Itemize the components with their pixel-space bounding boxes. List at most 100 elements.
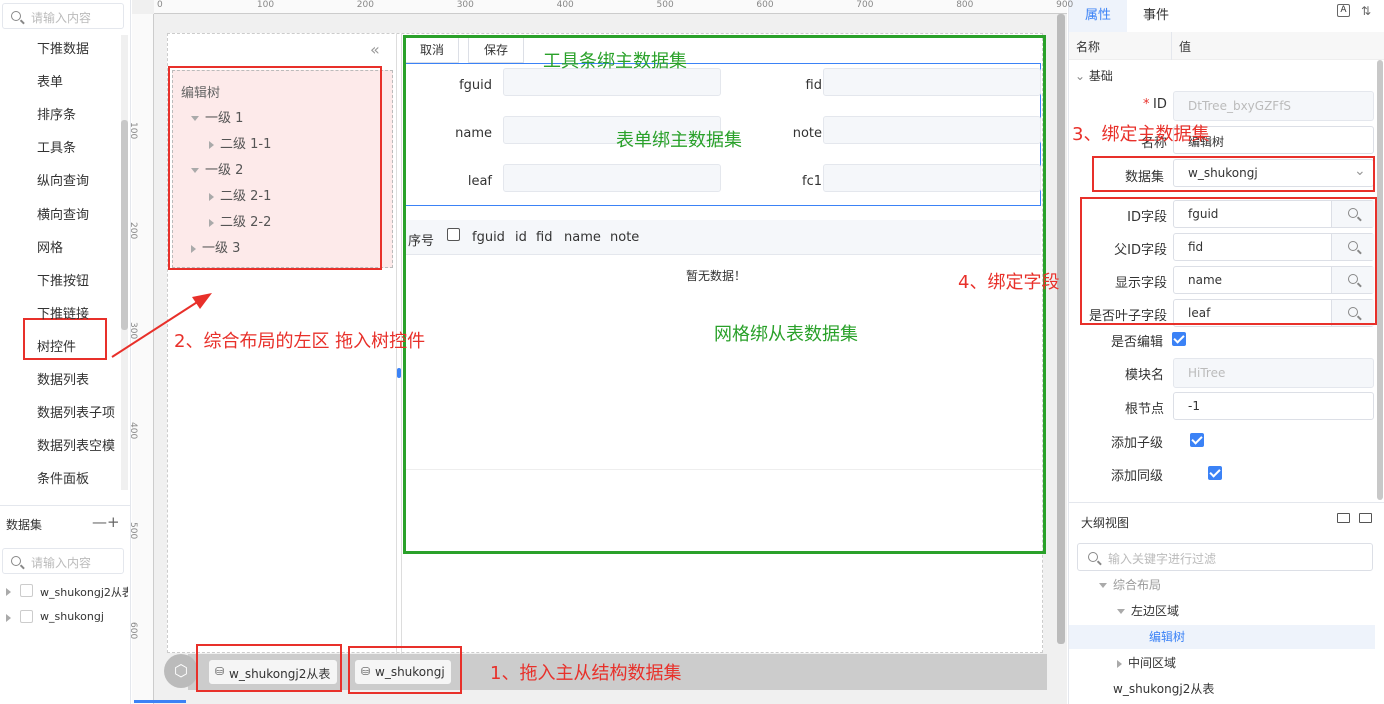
dataset-header: 数据集 —+: [0, 505, 131, 541]
component-item[interactable]: 树控件: [37, 336, 76, 355]
annotation-step3: 3、绑定主数据集: [1072, 124, 1210, 145]
component-search-placeholder: 请输入内容: [31, 11, 92, 25]
ruler-tick-label: 700: [856, 0, 874, 10]
annotation-dataset-box: [1092, 156, 1375, 192]
layout-divider-handle[interactable]: [397, 368, 401, 378]
ruler-tick-label: 200: [128, 222, 138, 240]
search-icon: [11, 556, 21, 566]
outline-item-label: 综合布局: [1113, 578, 1162, 592]
ruler-tick-label: 500: [656, 0, 674, 10]
outline-title: 大纲视图: [1081, 516, 1130, 530]
caret-right-icon[interactable]: [1117, 659, 1122, 668]
chevron-down-icon: ⌄: [1075, 69, 1086, 83]
canvas-bottom-indicator: [134, 700, 186, 703]
caret-right-icon[interactable]: [6, 588, 11, 596]
tab-properties[interactable]: 属性: [1069, 0, 1127, 32]
ruler-tick-label: 800: [956, 0, 974, 10]
id-required-mark: *: [1143, 97, 1150, 112]
prop-root-label: 根节点: [1125, 402, 1165, 417]
annotation-chip-master-box: [348, 646, 462, 694]
props-col-value: 值: [1179, 40, 1192, 54]
ruler-tick-label: 400: [556, 0, 574, 10]
prop-id-label: ID: [1153, 97, 1167, 112]
dataset-add-remove-icon[interactable]: —+: [92, 513, 120, 531]
ruler-tick-label: 0: [157, 0, 163, 10]
component-item[interactable]: 下推数据: [37, 38, 89, 57]
component-item[interactable]: 纵向查询: [37, 170, 89, 189]
property-panel: 属性 事件 A ⇅ 名称 值 ⌄ 基础 * ID DtTree_bxyGZFfS…: [1068, 0, 1384, 704]
caret-down-icon[interactable]: [1099, 583, 1107, 588]
dataset-checkbox[interactable]: [20, 584, 33, 597]
annotation-arrow: [111, 293, 212, 358]
outline-item[interactable]: 左边区域: [1117, 602, 1179, 619]
ruler-top: [154, 0, 1067, 14]
ruler-tick-label: 100: [128, 122, 138, 140]
outline-selected-row: [1069, 625, 1375, 649]
outline-filter-placeholder: 输入关键字进行过滤: [1108, 552, 1217, 566]
prop-add-sibling-label: 添加同级: [1111, 469, 1164, 484]
collapse-icon[interactable]: «: [370, 40, 380, 59]
annotation-tree-box: [168, 66, 382, 270]
dataset-title: 数据集: [6, 518, 43, 532]
component-item[interactable]: 网格: [37, 237, 63, 256]
annotation-green-box: [403, 35, 1046, 554]
folder-open-icon[interactable]: [1359, 513, 1372, 523]
prop-root-input[interactable]: -1: [1173, 392, 1374, 420]
prop-editable-label: 是否编辑: [1111, 335, 1164, 350]
component-item[interactable]: 数据列表: [37, 369, 89, 388]
component-box-icon[interactable]: ⬡: [164, 654, 198, 688]
component-item[interactable]: 数据列表子项: [37, 402, 115, 421]
props-group-basic[interactable]: ⌄ 基础: [1075, 67, 1113, 84]
dataset-search-placeholder: 请输入内容: [31, 556, 92, 570]
component-item[interactable]: 数据列表空模: [37, 435, 115, 454]
font-icon[interactable]: A: [1337, 4, 1350, 17]
prop-root-value: -1: [1188, 399, 1200, 413]
sort-icon[interactable]: ⇅: [1361, 4, 1371, 18]
annotation-form-bind: 表单绑主数据集: [616, 130, 742, 151]
outline-item[interactable]: 编辑树: [1149, 628, 1185, 645]
ruler-tick-label: 600: [756, 0, 774, 10]
annotation-step2: 2、综合布局的左区 拖入树控件: [174, 331, 426, 352]
outline-item-label: 编辑树: [1149, 630, 1186, 644]
outline-item[interactable]: 综合布局: [1099, 576, 1161, 593]
component-item[interactable]: 表单: [37, 71, 63, 90]
prop-add-child-label: 添加子级: [1111, 436, 1164, 451]
outline-item-label: 中间区域: [1128, 656, 1177, 670]
outline-item-label: w_shukongj2从表: [1113, 682, 1215, 696]
folder-icon[interactable]: [1337, 513, 1350, 523]
prop-add-child-checkbox[interactable]: [1190, 433, 1205, 447]
component-item[interactable]: 下推链接: [37, 303, 89, 322]
ruler-tick-label: 100: [256, 0, 275, 10]
component-search[interactable]: 请输入内容: [2, 3, 124, 29]
props-header: 名称 值: [1069, 32, 1384, 60]
search-icon: [1088, 552, 1098, 562]
outline-item[interactable]: w_shukongj2从表: [1113, 680, 1214, 697]
outline-filter[interactable]: 输入关键字进行过滤: [1077, 543, 1373, 571]
dataset-item[interactable]: w_shukongj: [40, 610, 128, 623]
props-scrollbar[interactable]: [1377, 60, 1383, 500]
annotation-toolbar-bind: 工具条绑主数据集: [543, 51, 687, 72]
ruler-tick-label: 500: [128, 522, 138, 540]
caret-right-icon[interactable]: [6, 614, 11, 622]
component-item[interactable]: 工具条: [37, 137, 76, 156]
dataset-search[interactable]: 请输入内容: [2, 548, 124, 574]
prop-module-value: HiTree: [1188, 366, 1226, 380]
dataset-checkbox[interactable]: [20, 610, 33, 623]
dataset-item[interactable]: w_shukongj2从表: [40, 584, 128, 600]
component-item[interactable]: 下推按钮: [37, 270, 89, 289]
outline-item-label: 左边区域: [1131, 604, 1180, 618]
outline-header: 大纲视图: [1069, 502, 1384, 538]
ruler-tick-label: 300: [456, 0, 474, 10]
prop-id-input: DtTree_bxyGZFfS: [1173, 91, 1374, 121]
canvas-scrollbar[interactable]: [1057, 14, 1065, 644]
component-item[interactable]: 排序条: [37, 104, 76, 123]
outline-item[interactable]: 中间区域: [1117, 654, 1176, 671]
prop-module-input: HiTree: [1173, 358, 1374, 388]
component-item[interactable]: 横向查询: [37, 204, 89, 223]
prop-add-sibling-checkbox[interactable]: [1208, 466, 1223, 480]
prop-editable-checkbox[interactable]: [1172, 332, 1186, 346]
tab-events[interactable]: 事件: [1127, 0, 1185, 32]
annotation-step1: 1、拖入主从结构数据集: [490, 663, 682, 684]
caret-down-icon[interactable]: [1117, 609, 1125, 614]
component-item[interactable]: 条件面板: [37, 468, 89, 487]
